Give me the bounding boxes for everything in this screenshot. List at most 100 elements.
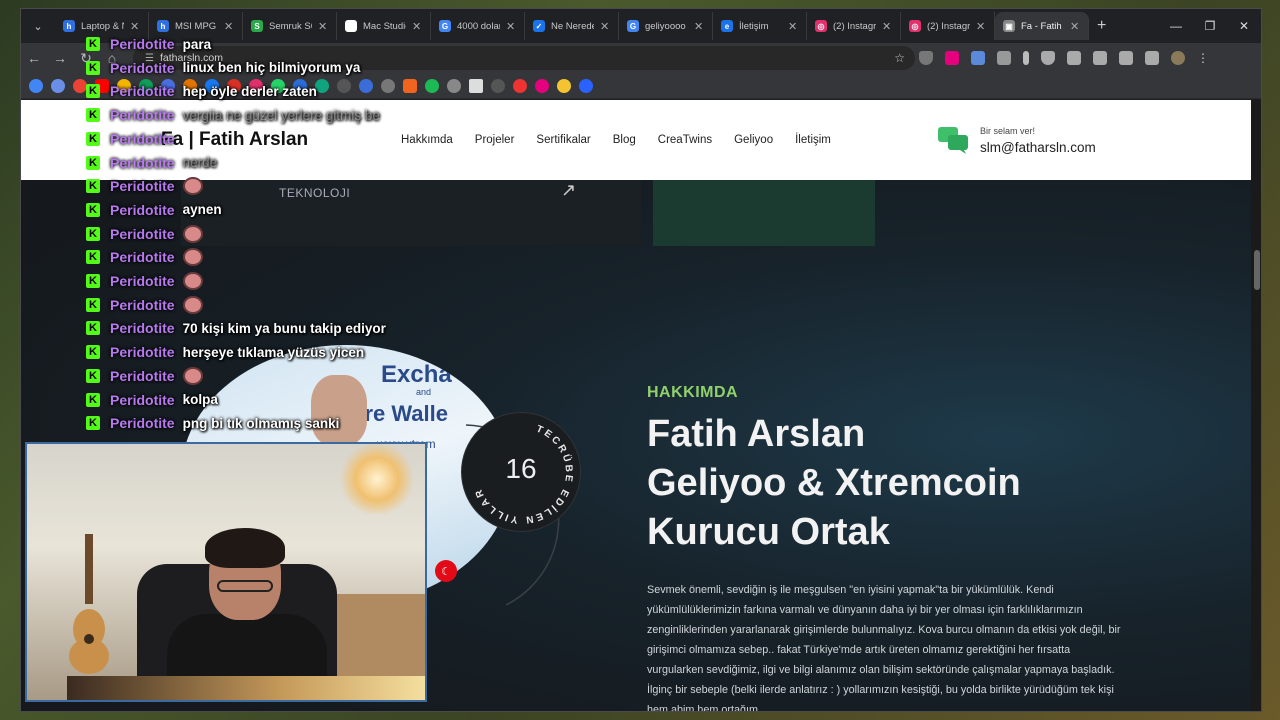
bookmark-icon[interactable] [425, 78, 439, 93]
tab-close-icon[interactable]: ✕ [788, 20, 798, 33]
browser-tab[interactable]: S Semruk S6 ✕ [243, 12, 337, 40]
pink-extension-icon[interactable] [945, 51, 959, 65]
minimize-button[interactable]: — [1159, 9, 1193, 43]
bookmark-icon[interactable] [579, 78, 593, 93]
turkey-flag-icon: ☾ [435, 560, 457, 582]
gemini-bookmark-icon[interactable] [51, 78, 65, 93]
kick-badge-icon: K [86, 321, 100, 336]
browser-tab[interactable]: ◎ (2) Instagra ✕ [901, 12, 995, 40]
bookmark-icon[interactable] [381, 78, 395, 93]
etsy-bookmark-icon[interactable] [403, 78, 417, 93]
contact-email[interactable]: slm@fatharsln.com [980, 140, 1096, 155]
star-bookmark-icon[interactable] [557, 78, 571, 93]
chat-username[interactable]: Peridotite [110, 273, 175, 289]
chat-username[interactable]: Peridotite [110, 368, 175, 384]
chat-text: vergiia ne güzel yerlere gitmiş be [182, 107, 380, 123]
cast-icon[interactable] [1119, 51, 1133, 65]
back-button[interactable]: ← [21, 50, 47, 66]
chat-username[interactable]: Peridotite [110, 60, 175, 76]
chat-username[interactable]: Peridotite [110, 249, 175, 265]
nav-link[interactable]: Projeler [475, 134, 515, 146]
menu-kebab-icon[interactable]: ⋮ [1197, 51, 1211, 65]
page-scrollbar[interactable] [1251, 100, 1261, 711]
nav-link[interactable]: Geliyoo [734, 134, 773, 146]
card-label: TEKNOLOJI [279, 186, 351, 200]
kick-badge-icon: K [86, 155, 100, 170]
chat-username[interactable]: Peridotite [110, 155, 175, 171]
tab-close-icon[interactable]: ✕ [318, 20, 328, 33]
tab-close-icon[interactable]: ✕ [224, 20, 234, 33]
bookmark-icon[interactable] [359, 78, 373, 93]
bookmark-icon[interactable] [447, 78, 461, 93]
gmail-bookmark-icon[interactable] [73, 78, 87, 93]
browser-tab[interactable]: Ggeliyoooo ✕ [619, 12, 713, 40]
chat-username[interactable]: Peridotite [110, 297, 175, 313]
browser-tab[interactable]: G 4000 dolar ✕ [431, 12, 525, 40]
nav-link[interactable]: CreaTwins [658, 134, 712, 146]
tab-close-icon[interactable]: ✕ [130, 20, 140, 33]
chat-username[interactable]: Peridotite [110, 392, 175, 408]
emote-icon [182, 272, 203, 290]
bookmark-star-icon[interactable]: ☆ [894, 51, 905, 65]
folder-bookmark-icon[interactable] [469, 78, 483, 93]
bookmark-icon[interactable] [513, 78, 527, 93]
password-key-icon[interactable] [1093, 51, 1107, 65]
scrollbar-thumb[interactable] [1254, 250, 1260, 290]
tab-close-icon[interactable]: ✕ [694, 20, 704, 33]
emote-icon [182, 295, 203, 314]
chat-username[interactable]: Peridotite [110, 202, 175, 218]
camera-extension-icon[interactable] [997, 51, 1011, 65]
chat-username[interactable]: Peridotite [110, 178, 175, 194]
tab-title: 4000 dolar [457, 20, 500, 32]
nav-link[interactable]: Sertifikalar [536, 134, 590, 146]
tab-close-icon[interactable]: ✕ [600, 20, 610, 33]
translate-icon[interactable] [1145, 51, 1159, 65]
bookmark-icon[interactable] [491, 78, 505, 93]
picture-in-picture-icon[interactable] [971, 51, 985, 65]
chat-username[interactable]: Peridotite [110, 83, 175, 99]
bookmark-icon[interactable] [337, 78, 351, 93]
site-logo[interactable]: Fa | Fatih Arslan [161, 129, 308, 151]
nav-link[interactable]: İletişim [795, 134, 831, 146]
tab-close-icon[interactable]: ✕ [1070, 20, 1080, 33]
tab-close-icon[interactable]: ✕ [412, 20, 422, 33]
eyedropper-icon[interactable] [1023, 51, 1029, 65]
google-bookmark-icon[interactable] [29, 78, 43, 93]
extensions-puzzle-icon[interactable] [1067, 51, 1081, 65]
bookmark-icon[interactable] [535, 78, 549, 93]
chat-username[interactable]: Peridotite [110, 107, 175, 123]
maximize-button[interactable]: ❐ [1193, 9, 1227, 43]
profile-avatar-icon[interactable] [1171, 51, 1185, 65]
chat-username[interactable]: Peridotite [110, 36, 175, 52]
tab-close-icon[interactable]: ✕ [882, 20, 892, 33]
shield-extension-icon[interactable] [919, 51, 933, 65]
chat-username[interactable]: Peridotite [110, 226, 175, 242]
tab-close-icon[interactable]: ✕ [976, 20, 986, 33]
browser-tab[interactable]: ◎ (2) Instagra ✕ [807, 12, 901, 40]
chat-username[interactable]: Peridotite [110, 415, 175, 431]
chat-username[interactable]: Peridotite [110, 344, 175, 360]
tab-search-button[interactable]: ⌄ [25, 13, 51, 39]
chat-username[interactable]: Peridotite [110, 131, 175, 147]
contact-block[interactable]: Bir selam ver! slm@fatharsln.com [936, 125, 1096, 155]
forward-button[interactable]: → [47, 50, 73, 66]
browser-tab[interactable]: ✓ Ne Nerede ✕ [525, 12, 619, 40]
chat-text: aynen [182, 202, 222, 218]
glasses [217, 580, 273, 592]
browser-tab[interactable]: e İletişim ✕ [713, 12, 807, 40]
nav-link[interactable]: Hakkımda [401, 134, 453, 146]
chat-username[interactable]: Peridotite [110, 320, 175, 336]
about-label: HAKKIMDA [647, 384, 739, 401]
close-window-button[interactable]: ✕ [1227, 9, 1261, 43]
chat-text: 70 kişi kim ya bunu takip ediyor [182, 320, 386, 336]
browser-tab[interactable]: ▣ Fa - Fatih A ✕ [995, 12, 1089, 40]
about-title-line: Fatih Arslan [647, 413, 866, 455]
shield-icon[interactable] [1041, 51, 1055, 65]
chatgpt-bookmark-icon[interactable] [315, 78, 329, 93]
new-tab-button[interactable]: + [1097, 17, 1106, 35]
browser-tab[interactable]: Mac Studio ✕ [337, 12, 431, 40]
technology-card[interactable]: TEKNOLOJI ↗ [181, 180, 641, 246]
tab-close-icon[interactable]: ✕ [506, 20, 516, 33]
about-body: Sevmek önemli, sevdiğin iş ile meşgulsen… [647, 584, 1121, 712]
nav-link[interactable]: Blog [613, 134, 636, 146]
